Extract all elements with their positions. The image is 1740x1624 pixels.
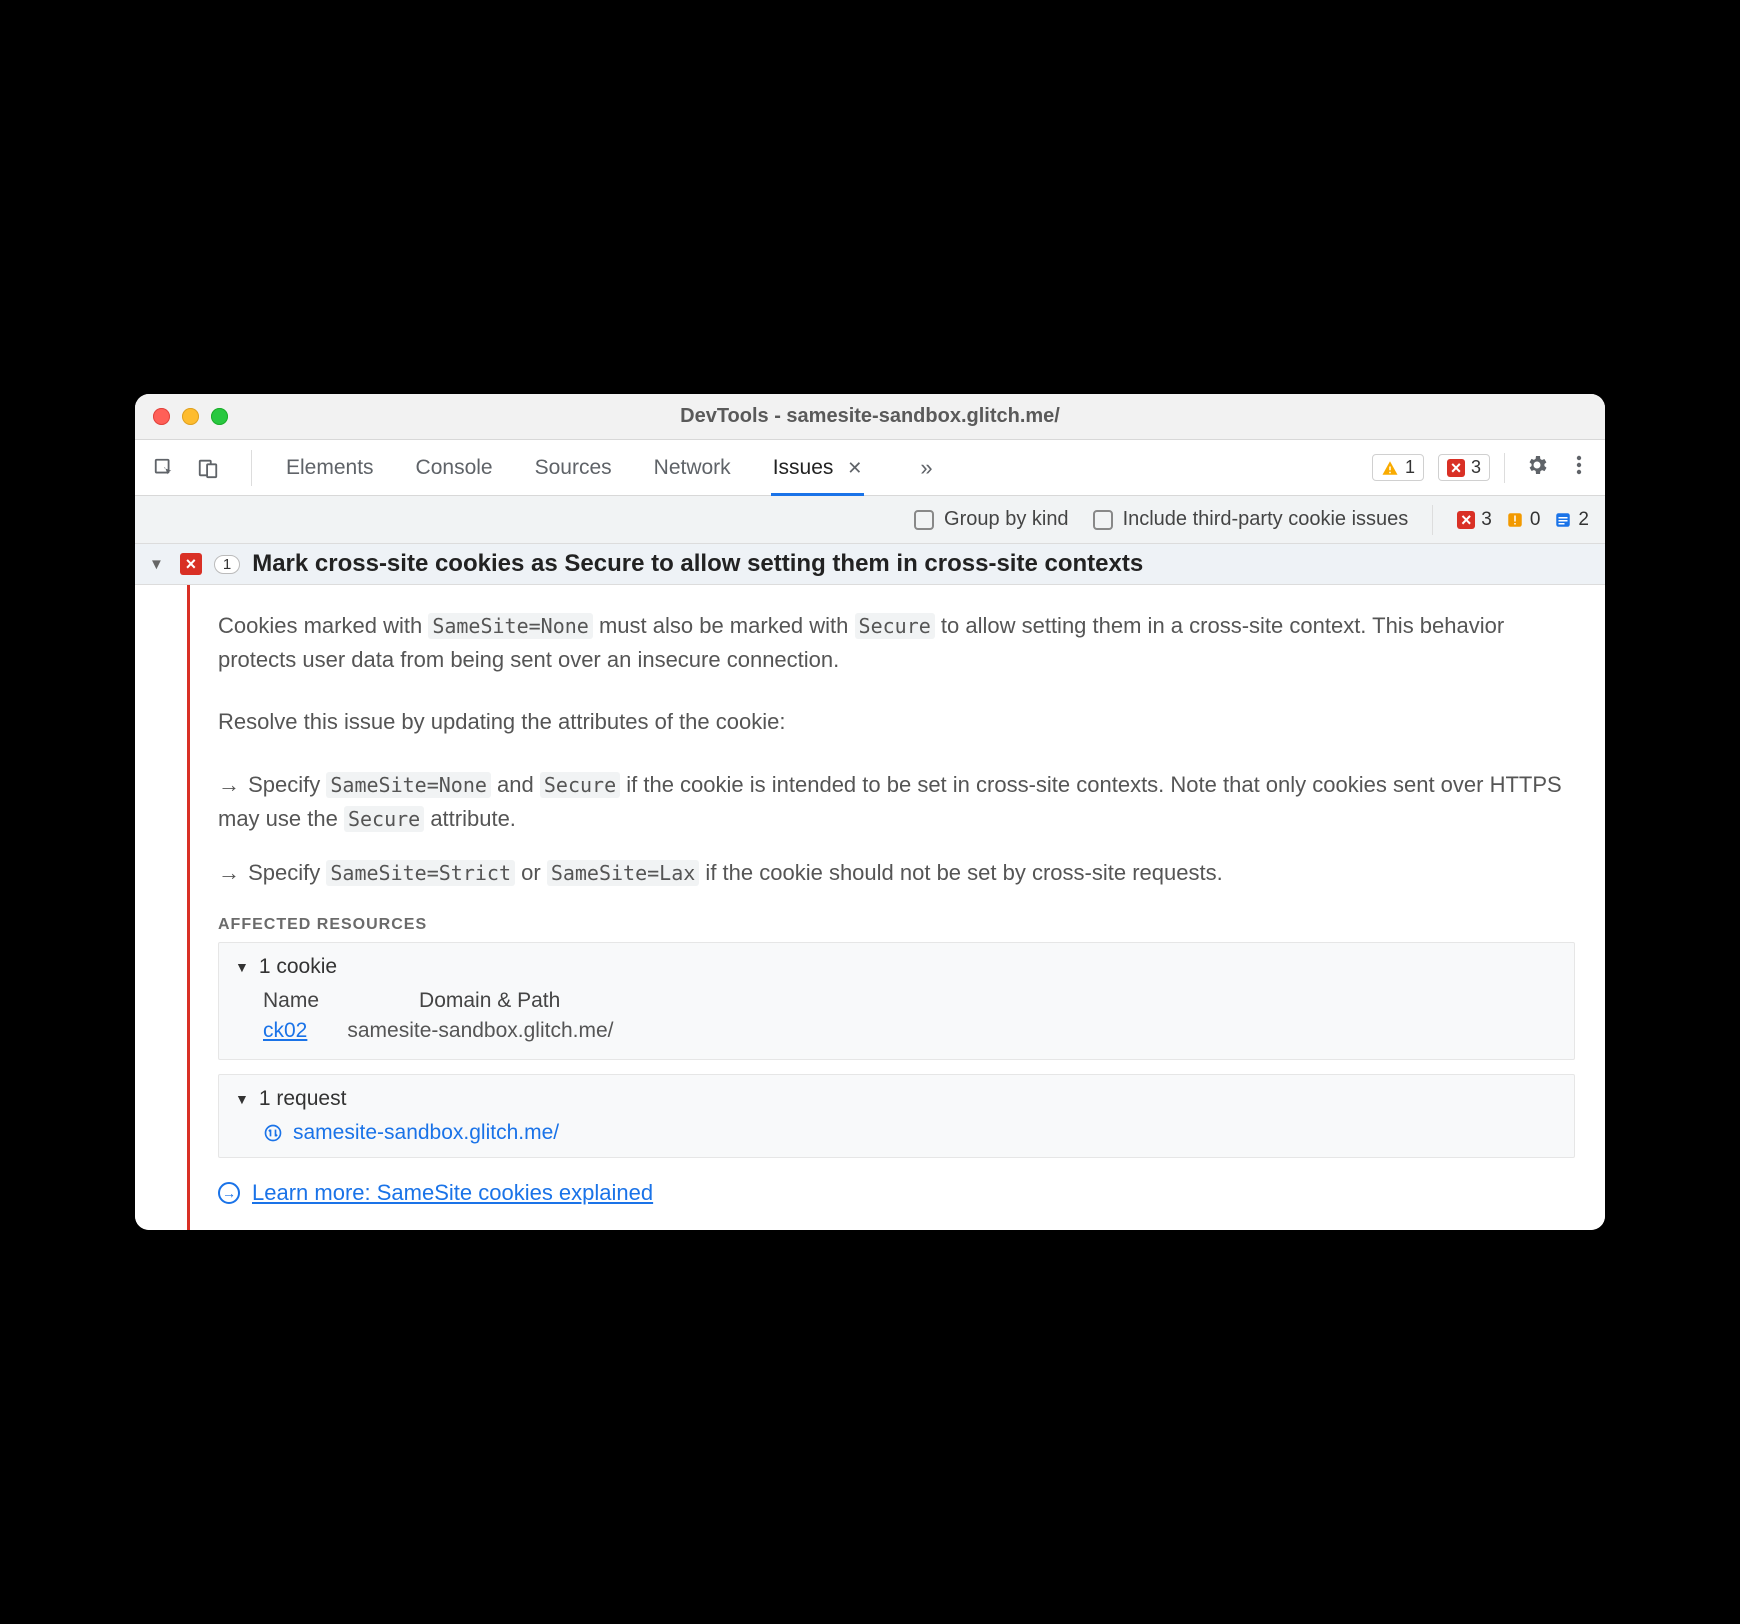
close-tab-icon[interactable]: ✕	[847, 458, 862, 478]
more-icon[interactable]	[1569, 453, 1589, 482]
window-titlebar: DevTools - samesite-sandbox.glitch.me/	[135, 394, 1605, 440]
warnings-badge[interactable]: 1	[1372, 454, 1424, 481]
traffic-lights	[135, 408, 228, 425]
include-third-party-label: Include third-party cookie issues	[1123, 508, 1409, 531]
issues-options-bar: Group by kind Include third-party cookie…	[135, 496, 1605, 544]
issue-bullet-1: → Specify SameSite=None and Secure if th…	[218, 768, 1575, 836]
warning-icon	[1381, 459, 1399, 477]
device-toolbar-icon[interactable]	[197, 457, 219, 479]
issue-bullet-2: → Specify SameSite=Strict or SameSite=La…	[218, 856, 1575, 890]
close-window-button[interactable]	[153, 408, 170, 425]
affected-requests-box: ▼ 1 request samesite-sandbox.glitch.me/	[218, 1074, 1575, 1158]
issue-row[interactable]: ▼ 1 Mark cross-site cookies as Secure to…	[135, 544, 1605, 585]
include-third-party-checkbox[interactable]: Include third-party cookie issues	[1093, 508, 1409, 531]
window-title: DevTools - samesite-sandbox.glitch.me/	[135, 405, 1605, 428]
group-by-kind-checkbox[interactable]: Group by kind	[914, 508, 1069, 531]
bar-errors[interactable]: 3	[1457, 509, 1492, 531]
learn-more-icon: →	[218, 1182, 240, 1204]
error-icon	[1447, 459, 1465, 477]
network-request-icon	[263, 1123, 283, 1143]
breaking-change-icon	[1506, 511, 1524, 529]
bar-warnings[interactable]: 0	[1506, 509, 1541, 531]
error-icon	[180, 553, 202, 575]
tab-elements[interactable]: Elements	[284, 456, 376, 480]
cookie-name-link[interactable]: ck02	[263, 1019, 307, 1043]
warnings-count: 1	[1405, 457, 1415, 478]
affected-cookies-box: ▼ 1 cookie Name Domain & Path ck02 sames…	[218, 942, 1575, 1060]
chevron-down-icon: ▼	[235, 1091, 249, 1107]
issue-count-pill: 1	[214, 555, 240, 574]
tab-issues-label: Issues	[773, 456, 834, 479]
request-url: samesite-sandbox.glitch.me/	[293, 1121, 559, 1145]
affected-requests-toggle[interactable]: ▼ 1 request	[235, 1087, 1558, 1111]
tab-network[interactable]: Network	[652, 456, 733, 480]
affected-cookies-toggle[interactable]: ▼ 1 cookie	[235, 955, 1558, 979]
request-row[interactable]: samesite-sandbox.glitch.me/	[263, 1121, 1558, 1145]
tab-console[interactable]: Console	[414, 456, 495, 480]
issue-resolution-lead: Resolve this issue by updating the attri…	[218, 705, 1575, 739]
tabs-overflow-icon[interactable]: »	[920, 455, 932, 481]
cookie-row: ck02 samesite-sandbox.glitch.me/	[263, 1019, 1558, 1043]
tab-sources[interactable]: Sources	[533, 456, 614, 480]
error-icon	[1457, 511, 1475, 529]
learn-more-link[interactable]: Learn more: SameSite cookies explained	[252, 1180, 653, 1206]
affected-resources-label: AFFECTED RESOURCES	[218, 916, 1575, 934]
panel-tabs: Elements Console Sources Network Issues …	[135, 440, 1605, 496]
tab-issues[interactable]: Issues ✕	[771, 456, 865, 480]
devtools-window: DevTools - samesite-sandbox.glitch.me/ E…	[135, 394, 1605, 1230]
col-name: Name	[263, 989, 319, 1013]
issue-title: Mark cross-site cookies as Secure to all…	[252, 550, 1143, 578]
inspect-icon[interactable]	[153, 457, 175, 479]
minimize-window-button[interactable]	[182, 408, 199, 425]
learn-more-row: → Learn more: SameSite cookies explained	[218, 1180, 1575, 1206]
disclosure-triangle-icon[interactable]: ▼	[145, 554, 168, 575]
settings-icon[interactable]	[1519, 453, 1555, 482]
issue-body: Cookies marked with SameSite=None must a…	[135, 585, 1605, 1230]
cookie-domain: samesite-sandbox.glitch.me/	[347, 1019, 613, 1043]
zoom-window-button[interactable]	[211, 408, 228, 425]
errors-count: 3	[1471, 457, 1481, 478]
bar-info[interactable]: 2	[1554, 509, 1589, 531]
col-domain: Domain & Path	[419, 989, 560, 1013]
errors-badge[interactable]: 3	[1438, 454, 1490, 481]
group-by-kind-label: Group by kind	[944, 508, 1069, 531]
info-icon	[1554, 511, 1572, 529]
chevron-down-icon: ▼	[235, 959, 249, 975]
issue-description: Cookies marked with SameSite=None must a…	[218, 609, 1575, 677]
